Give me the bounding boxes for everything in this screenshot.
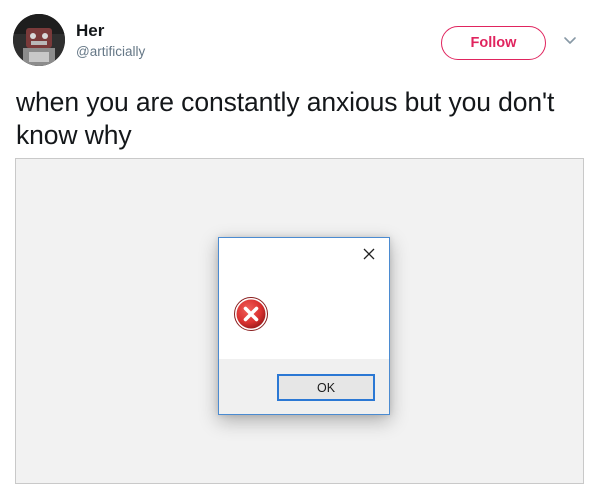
ok-button[interactable]: OK: [277, 374, 375, 401]
tweet-text: when you are constantly anxious but you …: [16, 87, 555, 150]
follow-button[interactable]: Follow: [441, 26, 546, 60]
display-name[interactable]: Her: [76, 21, 104, 41]
error-icon: [233, 296, 269, 332]
avatar[interactable]: [13, 14, 65, 66]
error-dialog: OK: [218, 237, 390, 415]
chevron-down-icon[interactable]: [561, 32, 579, 50]
dialog-footer: OK: [219, 359, 389, 414]
tweet-media[interactable]: OK: [15, 158, 584, 484]
user-handle[interactable]: @artificially: [76, 44, 145, 59]
tweet-header: Her @artificially Follow: [0, 0, 600, 80]
avatar-image: [13, 14, 65, 66]
close-icon[interactable]: [355, 242, 383, 266]
